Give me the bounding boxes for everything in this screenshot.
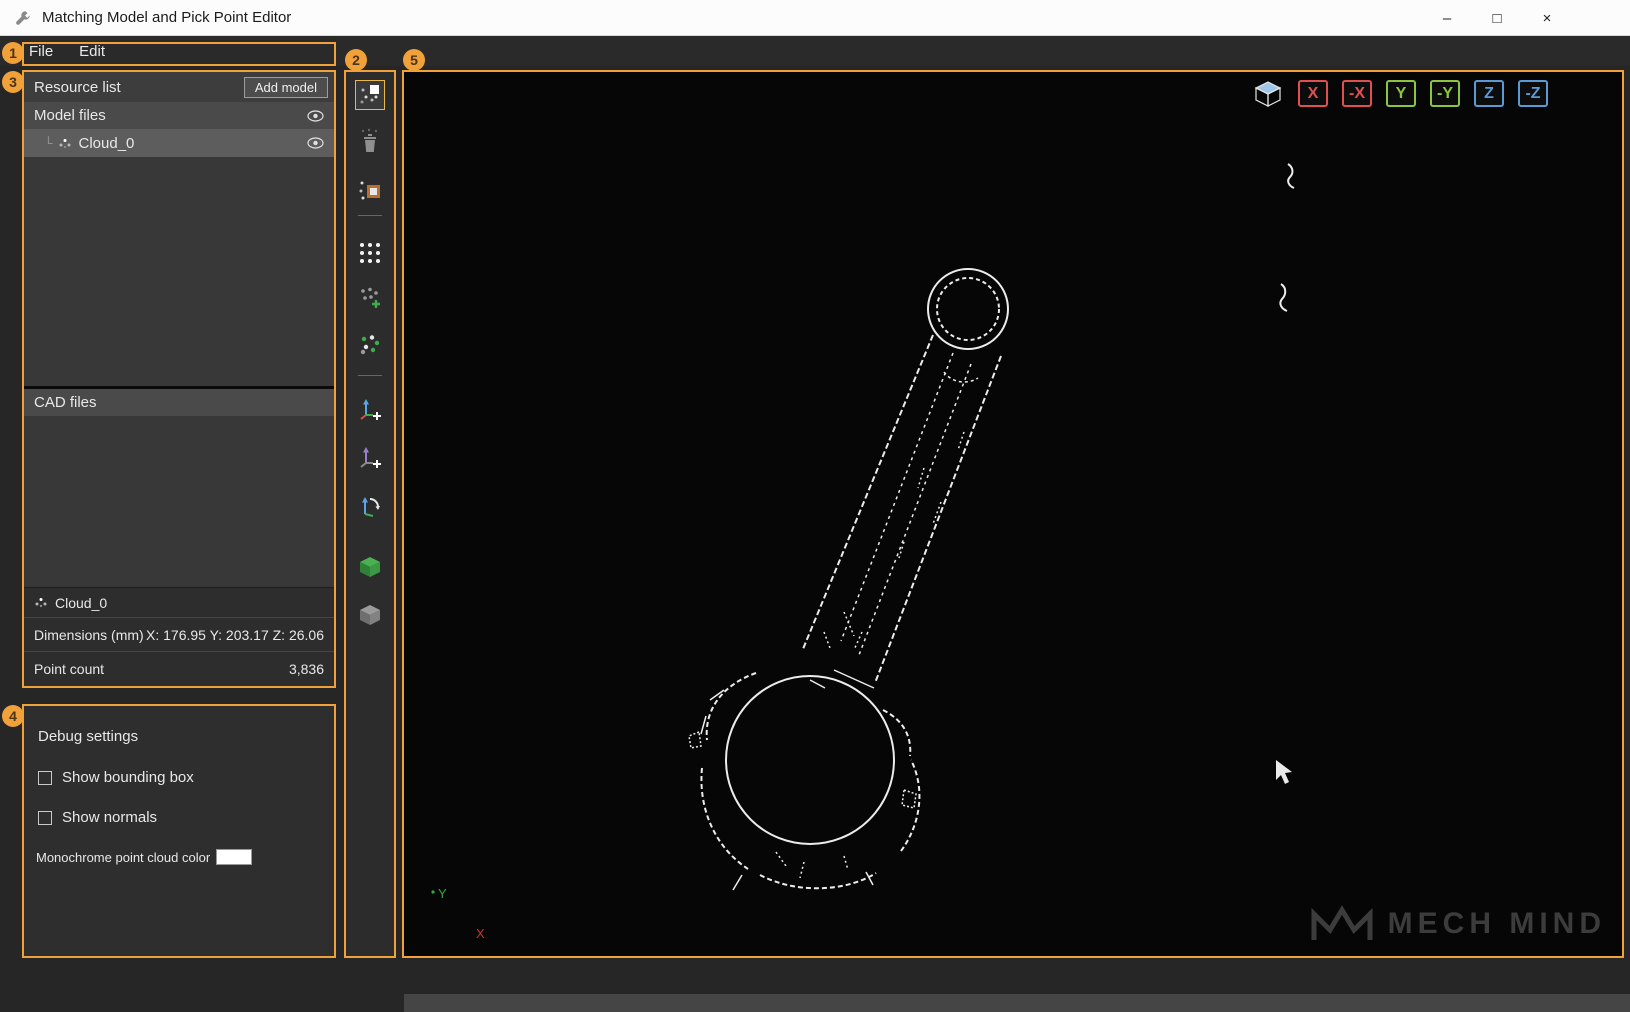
point-cloud-icon xyxy=(34,596,48,609)
axis-y-label: Y xyxy=(438,886,447,901)
downsample-icon xyxy=(357,240,383,266)
show-normals-label: Show normals xyxy=(62,809,157,826)
noise-fragment xyxy=(1280,284,1287,311)
editor-toolbar xyxy=(346,72,394,956)
trash-icon xyxy=(357,128,383,156)
point-cloud-icon xyxy=(58,137,72,150)
annotation-badge-4: 4 xyxy=(2,705,24,727)
wrench-icon xyxy=(14,9,32,27)
merge-models-icon xyxy=(357,177,383,203)
add-points-icon xyxy=(357,285,383,311)
resource-list-panel: Resource list Add model Model files └ Cl… xyxy=(24,72,334,686)
select-model-icon xyxy=(357,82,383,108)
toolbar-divider xyxy=(358,375,382,376)
select-model-tool[interactable] xyxy=(355,80,385,110)
add-pick-point-tool[interactable] xyxy=(355,394,385,424)
menu-edit[interactable]: Edit xyxy=(66,40,118,63)
resource-list-title: Resource list xyxy=(34,79,121,96)
point-count-value: 3,836 xyxy=(289,661,324,677)
add-points-tool[interactable] xyxy=(355,283,385,313)
view-neg-z-button[interactable]: -Z xyxy=(1518,80,1548,107)
model-files-label: Model files xyxy=(34,107,106,124)
axis-x-label: X xyxy=(476,926,485,941)
show-normals-option[interactable]: Show normals xyxy=(38,809,324,826)
selected-model-name: Cloud_0 xyxy=(55,595,107,611)
close-button[interactable]: × xyxy=(1522,0,1572,36)
mech-mind-logo-icon xyxy=(1310,904,1374,944)
tree-branch-glyph: └ xyxy=(44,136,53,150)
show-bounding-box-label: Show bounding box xyxy=(62,769,194,786)
view-orientation-buttons: X -X Y -Y Z -Z xyxy=(1252,79,1548,108)
annotation-badge-3: 3 xyxy=(2,71,24,93)
monochrome-color-label: Monochrome point cloud color xyxy=(36,850,210,865)
view-neg-y-button[interactable]: -Y xyxy=(1430,80,1460,107)
menu-bar: File Edit xyxy=(0,36,1630,66)
dimensions-row: Dimensions (mm) X: 176.95 Y: 203.17 Z: 2… xyxy=(24,618,334,652)
minimize-button[interactable]: – xyxy=(1422,0,1472,36)
model-item-label: Cloud_0 xyxy=(79,135,135,152)
show-normals-checkbox[interactable] xyxy=(38,811,52,825)
window-title: Matching Model and Pick Point Editor xyxy=(42,9,291,26)
point-count-row: Point count 3,836 xyxy=(24,652,334,686)
adjust-pick-point-icon xyxy=(357,492,383,518)
view-z-button[interactable]: Z xyxy=(1474,80,1504,107)
annotation-badge-2: 2 xyxy=(345,49,367,71)
delete-model-tool[interactable] xyxy=(355,127,385,157)
debug-settings-title: Debug settings xyxy=(38,728,324,745)
axis-origin-dot xyxy=(431,890,434,893)
watermark: MECH MIND xyxy=(1310,904,1606,944)
add-model-button[interactable]: Add model xyxy=(244,77,328,98)
downsample-point-cloud-tool[interactable] xyxy=(355,238,385,268)
noise-fragment xyxy=(1288,164,1294,188)
show-bounding-box-checkbox[interactable] xyxy=(38,771,52,785)
model-info-area: Cloud_0 Dimensions (mm) X: 176.95 Y: 203… xyxy=(24,587,334,686)
app-window: Matching Model and Pick Point Editor – □… xyxy=(0,0,1630,1012)
point-count-label: Point count xyxy=(34,661,104,677)
edit-point-color-tool[interactable] xyxy=(355,330,385,360)
cad-files-label: CAD files xyxy=(34,394,97,411)
debug-settings-panel: Debug settings Show bounding box Show no… xyxy=(24,706,334,956)
teach-pick-point-tool[interactable] xyxy=(355,442,385,472)
watermark-text: MECH MIND xyxy=(1388,907,1606,941)
adjust-pick-point-tool[interactable] xyxy=(355,490,385,520)
visibility-eye-icon[interactable] xyxy=(307,137,324,149)
monochrome-color-swatch[interactable] xyxy=(216,849,252,865)
annotation-badge-5: 5 xyxy=(403,49,425,71)
toolbar-divider xyxy=(358,215,382,216)
view-cube-icon xyxy=(1253,80,1283,108)
model-files-header[interactable]: Model files xyxy=(24,102,334,129)
cad-files-empty-area[interactable] xyxy=(24,416,334,587)
show-bounding-box-option[interactable]: Show bounding box xyxy=(38,769,324,786)
resource-list-header: Resource list Add model xyxy=(24,72,334,102)
model-files-empty-area[interactable] xyxy=(24,157,334,386)
annotation-badge-1: 1 xyxy=(2,42,24,64)
view-x-button[interactable]: X xyxy=(1298,80,1328,107)
maximize-button[interactable]: □ xyxy=(1472,0,1522,36)
cad-files-header[interactable]: CAD files xyxy=(24,389,334,416)
dimensions-label: Dimensions (mm) xyxy=(34,627,144,643)
window-controls: – □ × xyxy=(1422,0,1572,36)
bottom-strip xyxy=(404,994,1630,1012)
model-item-cloud0[interactable]: └ Cloud_0 xyxy=(24,129,334,157)
hide-collision-model-tool[interactable] xyxy=(355,600,385,630)
teach-pick-point-icon xyxy=(357,444,383,470)
point-cloud-canvas[interactable]: Y X xyxy=(404,72,1622,956)
mouse-cursor xyxy=(1276,760,1292,784)
view-y-button[interactable]: Y xyxy=(1386,80,1416,107)
selected-model-row: Cloud_0 xyxy=(24,588,334,618)
merge-models-tool[interactable] xyxy=(355,175,385,205)
add-pick-point-icon xyxy=(357,396,383,422)
monochrome-color-row: Monochrome point cloud color xyxy=(36,849,324,865)
isometric-view-button[interactable] xyxy=(1252,79,1284,108)
green-cube-icon xyxy=(357,554,383,580)
title-bar: Matching Model and Pick Point Editor – □… xyxy=(0,0,1630,36)
show-collision-model-tool[interactable] xyxy=(355,552,385,582)
visibility-eye-icon[interactable] xyxy=(307,110,324,122)
gray-cube-icon xyxy=(357,602,383,628)
dimensions-value: X: 176.95 Y: 203.17 Z: 26.06 xyxy=(146,627,324,643)
3d-viewport[interactable]: X -X Y -Y Z -Z xyxy=(404,72,1622,956)
view-neg-x-button[interactable]: -X xyxy=(1342,80,1372,107)
edit-point-color-icon xyxy=(357,332,383,358)
